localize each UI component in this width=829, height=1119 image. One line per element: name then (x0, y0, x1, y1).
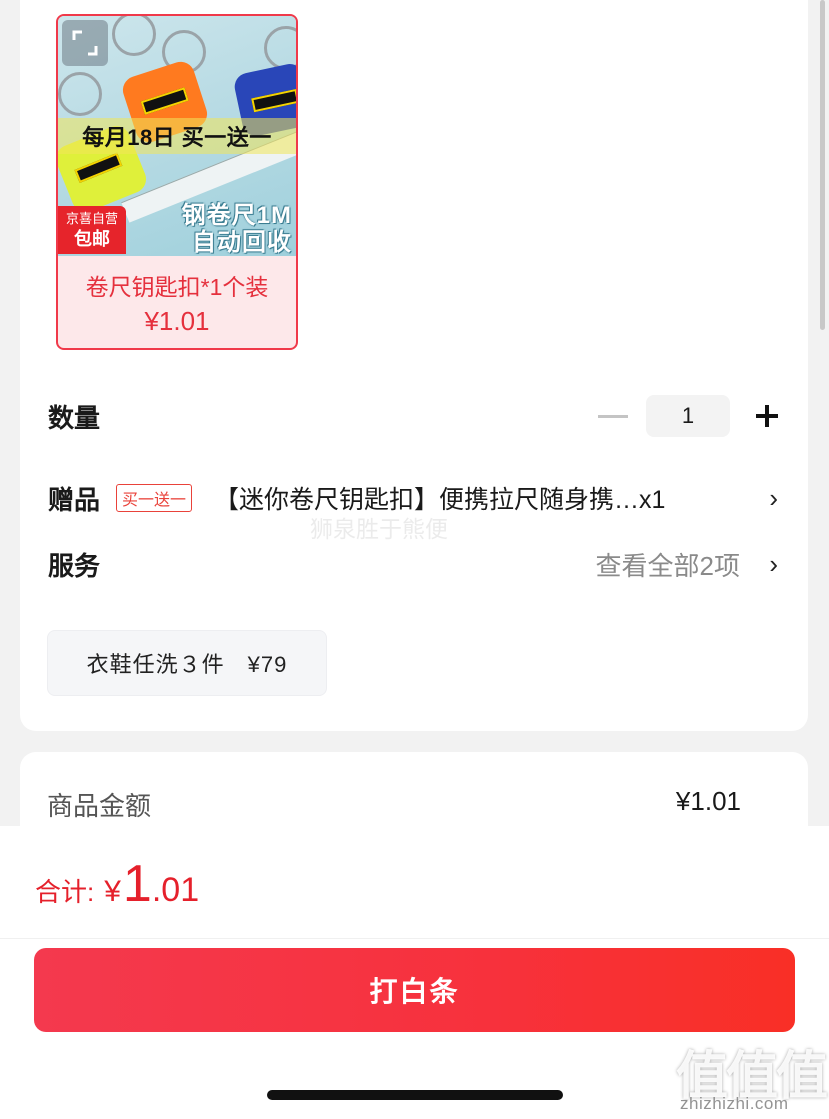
quantity-stepper[interactable]: 1 (598, 395, 778, 437)
amount-label: 商品金额 (47, 791, 152, 821)
gift-label: 赠品 (48, 484, 101, 515)
jd-self-operated-badge: 京喜自营 包邮 (58, 206, 126, 254)
watermark-url: zhizhizhi.com (680, 1094, 789, 1113)
product-tile[interactable]: 每月18日 买一送一 京喜自营 包邮 钢卷尺1M 自动回收 卷尺钥匙扣*1个装 … (56, 14, 298, 350)
keyring-shape (112, 16, 156, 56)
total-price: 合计: ¥ 1 .01 (35, 854, 199, 914)
badge-top-text: 京喜自营 (65, 211, 118, 226)
quantity-input[interactable]: 1 (646, 395, 730, 437)
keyring-shape (58, 72, 102, 116)
quantity-label: 数量 (48, 402, 101, 433)
home-indicator[interactable] (267, 1090, 563, 1100)
chevron-right-icon[interactable]: › (769, 549, 778, 580)
badge-bottom-text: 包邮 (74, 229, 110, 249)
minus-icon[interactable] (598, 414, 628, 418)
product-price: ¥1.01 (144, 306, 210, 336)
plus-icon[interactable] (756, 405, 778, 427)
total-decimal: .01 (151, 871, 200, 909)
total-currency: ¥ (104, 875, 121, 908)
scrollbar[interactable] (820, 0, 825, 330)
divider (0, 938, 829, 939)
image-caption: 钢卷尺1M 自动回收 (182, 202, 292, 256)
image-promo-text: 每月18日 买一送一 (58, 118, 296, 154)
service-option-chip[interactable]: 衣鞋任洗３件 ¥79 (47, 630, 327, 696)
total-label: 合计: (35, 877, 95, 907)
quantity-row: 数量 1 (48, 392, 778, 440)
product-image[interactable]: 每月18日 买一送一 京喜自营 包邮 钢卷尺1M 自动回收 (58, 16, 296, 256)
amount-value: ¥1.01 (675, 786, 741, 816)
chevron-right-icon[interactable]: › (769, 483, 778, 514)
expand-icon[interactable] (62, 20, 108, 66)
total-integer: 1 (122, 855, 152, 913)
pay-with-baitiao-button[interactable]: 打白条 (34, 948, 795, 1032)
service-row[interactable]: 服务 查看全部2项 › (48, 542, 778, 586)
image-caption-line2: 自动回收 (192, 229, 292, 256)
gift-promo-tag: 买一送一 (116, 484, 193, 512)
service-label: 服务 (48, 550, 101, 581)
image-caption-line1: 钢卷尺1M (181, 202, 292, 229)
service-view-all[interactable]: 查看全部2项 (596, 546, 740, 583)
watermark-overlay: 狮泉胜于熊便 (310, 516, 448, 542)
product-name: 卷尺钥匙扣*1个装 (85, 274, 269, 300)
